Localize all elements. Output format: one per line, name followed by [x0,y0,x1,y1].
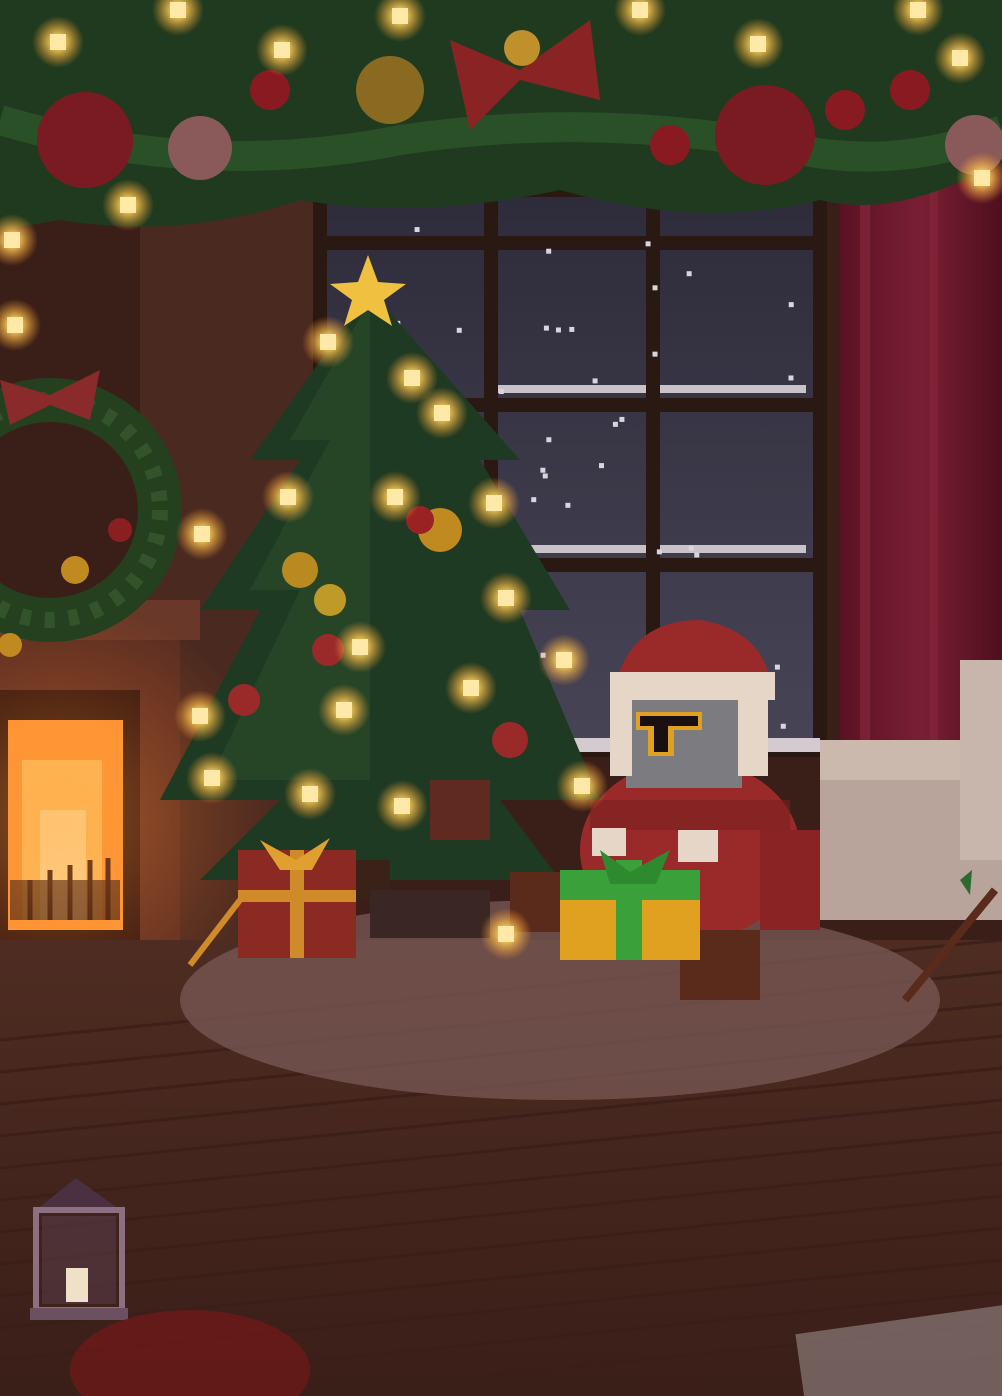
light-bulb [394,798,410,814]
light-bulb [910,2,926,18]
snowflake [652,285,658,291]
scene-canvas [0,0,1002,1396]
snowflake [498,389,504,395]
light-bulb [336,702,352,718]
light-bulb [7,317,23,333]
light-bulb [387,489,403,505]
snowflake [652,351,658,357]
light-bulb [463,680,479,696]
snowflake [569,326,575,332]
snowflake [546,248,552,254]
light-bulb [352,639,368,655]
snowflake [780,723,786,729]
light-bulb [320,334,336,350]
snowflake [456,327,462,333]
christmas-room-scene [0,0,1002,1396]
snowflake [612,421,618,427]
light-bulb [204,770,220,786]
light-bulb [498,590,514,606]
light-bulb [280,489,296,505]
light-bulb [498,926,514,942]
light-bulb [556,652,572,668]
snowflake [645,241,651,247]
light-bulb [170,2,186,18]
light-bulb [392,8,408,24]
light-bulb [194,526,210,542]
light-bulb [404,370,420,386]
snowflake [542,473,548,479]
snowflake [694,552,700,558]
snowflake [543,325,549,331]
light-bulb [120,197,136,213]
snowflake [555,327,561,333]
light-bulb [274,42,290,58]
light-bulb [632,2,648,18]
light-bulb [192,708,208,724]
snowflake [565,502,571,508]
snowflake [774,664,780,670]
light-bulb [434,405,450,421]
light-bulb [974,170,990,186]
snowflake [414,227,420,233]
light-bulb [574,778,590,794]
snowflake [788,302,794,308]
snowflake [598,463,604,469]
snowflake [688,545,694,551]
light-bulb [4,232,20,248]
snowflake [656,549,662,555]
present-dark [370,890,490,938]
snowflake [619,416,625,422]
snowflake [531,497,537,503]
snowflake [540,467,546,473]
snowflake [546,437,552,443]
snowflake [788,375,794,381]
light-bulb [302,786,318,802]
light-bulb [750,36,766,52]
snowflake [592,378,598,384]
light-bulb [952,50,968,66]
light-bulb [486,495,502,511]
light-bulb [50,34,66,50]
snowflake [686,271,692,277]
